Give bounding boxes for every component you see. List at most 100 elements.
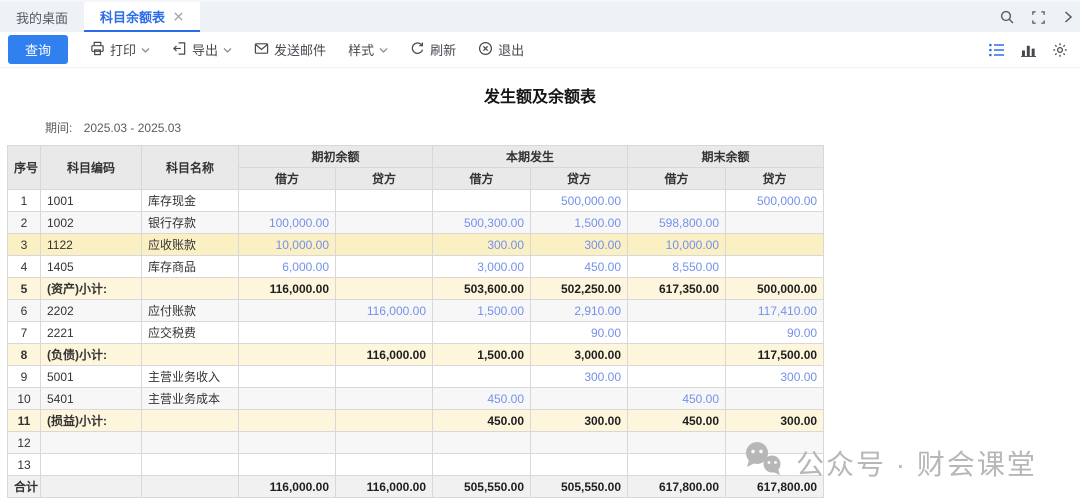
header-debit: 借方 xyxy=(239,168,336,190)
settings-gear-icon[interactable] xyxy=(1052,42,1068,58)
cell-amount: 90.00 xyxy=(531,322,628,344)
cell-amount: 116,000.00 xyxy=(239,476,336,498)
table-row[interactable]: 5(资产)小计:116,000.00503,600.00502,250.0061… xyxy=(8,278,824,300)
query-button[interactable]: 查询 xyxy=(8,35,68,64)
cell-amount: 500,000.00 xyxy=(531,190,628,212)
cell-seq: 2 xyxy=(8,212,41,234)
table-row[interactable]: 21002银行存款100,000.00500,300.001,500.00598… xyxy=(8,212,824,234)
table-row[interactable]: 31122应收账款10,000.00300.00300.0010,000.00 xyxy=(8,234,824,256)
chevron-down-icon xyxy=(223,42,232,57)
cell-name xyxy=(142,344,239,366)
table-row[interactable]: 8(负债)小计:116,000.001,500.003,000.00117,50… xyxy=(8,344,824,366)
cell-amount xyxy=(628,344,726,366)
period-label: 期间: xyxy=(45,121,72,135)
table-row[interactable]: 12 xyxy=(8,432,824,454)
cell-amount xyxy=(531,432,628,454)
header-credit: 贷方 xyxy=(531,168,628,190)
table-row[interactable]: 95001主营业务收入300.00300.00 xyxy=(8,366,824,388)
cell-amount: 90.00 xyxy=(726,322,824,344)
tab-label: 科目余额表 xyxy=(100,7,165,26)
cell-amount xyxy=(433,454,531,476)
cell-amount xyxy=(726,212,824,234)
period-row: 期间: 2025.03 - 2025.03 xyxy=(45,119,1080,136)
period-value: 2025.03 - 2025.03 xyxy=(84,121,181,135)
cell-amount: 1,500.00 xyxy=(433,344,531,366)
header-seq: 序号 xyxy=(8,146,41,190)
tab-my-desktop[interactable]: 我的桌面 xyxy=(0,2,84,32)
table-header: 序号 科目编码 科目名称 期初余额 本期发生 期末余额 借方 贷方 借方 贷方 … xyxy=(8,146,824,190)
watermark-text: 公众号 · 财会课堂 xyxy=(796,443,1037,483)
cell-code: 5401 xyxy=(41,388,142,410)
cell-code: 1002 xyxy=(41,212,142,234)
export-icon xyxy=(172,41,187,59)
cell-amount: 116,000.00 xyxy=(336,300,433,322)
cell-name: 应收账款 xyxy=(142,234,239,256)
cell-amount: 617,350.00 xyxy=(628,278,726,300)
header-name: 科目名称 xyxy=(142,146,239,190)
cell-seq: 9 xyxy=(8,366,41,388)
refresh-button[interactable]: 刷新 xyxy=(410,40,456,59)
cell-name: 应付账款 xyxy=(142,300,239,322)
cell-name xyxy=(142,454,239,476)
cell-amount xyxy=(239,454,336,476)
cell-name xyxy=(142,432,239,454)
page-title: 发生额及余额表 xyxy=(0,83,1080,107)
cell-amount: 3,000.00 xyxy=(433,256,531,278)
table-row[interactable]: 13 xyxy=(8,454,824,476)
detail-list-icon[interactable] xyxy=(989,43,1005,57)
style-button[interactable]: 样式 xyxy=(348,40,388,59)
table-row[interactable]: 62202应付账款116,000.001,500.002,910.00117,4… xyxy=(8,300,824,322)
close-icon[interactable] xyxy=(173,11,184,22)
table-total-row[interactable]: 合计116,000.00116,000.00505,550.00505,550.… xyxy=(8,476,824,498)
send-mail-button[interactable]: 发送邮件 xyxy=(254,40,326,59)
tab-bar: 我的桌面 科目余额表 xyxy=(0,0,1080,32)
cell-amount: 500,000.00 xyxy=(726,278,824,300)
cell-amount xyxy=(726,388,824,410)
cell-amount xyxy=(433,322,531,344)
cell-amount: 116,000.00 xyxy=(336,344,433,366)
cell-amount xyxy=(726,234,824,256)
fullscreen-icon[interactable] xyxy=(1031,10,1046,25)
cell-amount: 300.00 xyxy=(433,234,531,256)
cell-amount xyxy=(239,410,336,432)
table-row[interactable]: 105401主营业务成本450.00450.00 xyxy=(8,388,824,410)
cell-code: (损益)小计: xyxy=(41,410,142,432)
cell-amount xyxy=(628,432,726,454)
cell-amount xyxy=(433,190,531,212)
cell-amount: 117,410.00 xyxy=(726,300,824,322)
print-button[interactable]: 打印 xyxy=(90,40,150,59)
cell-code: 2202 xyxy=(41,300,142,322)
cell-amount xyxy=(531,454,628,476)
cell-seq: 6 xyxy=(8,300,41,322)
cell-amount: 450.00 xyxy=(433,388,531,410)
table-row[interactable]: 41405库存商品6,000.003,000.00450.008,550.00 xyxy=(8,256,824,278)
cell-amount xyxy=(336,432,433,454)
cell-code xyxy=(41,454,142,476)
bar-chart-icon[interactable] xyxy=(1021,43,1036,57)
tab-label: 我的桌面 xyxy=(16,8,68,27)
cell-amount xyxy=(239,366,336,388)
cell-seq: 12 xyxy=(8,432,41,454)
cell-amount xyxy=(628,322,726,344)
print-label: 打印 xyxy=(110,40,136,59)
cell-name: 银行存款 xyxy=(142,212,239,234)
cell-seq: 4 xyxy=(8,256,41,278)
cell-seq: 3 xyxy=(8,234,41,256)
table-row[interactable]: 11001库存现金500,000.00500,000.00 xyxy=(8,190,824,212)
cell-amount: 450.00 xyxy=(531,256,628,278)
cell-amount xyxy=(239,322,336,344)
export-button[interactable]: 导出 xyxy=(172,40,232,59)
cell-amount xyxy=(239,432,336,454)
header-debit: 借方 xyxy=(628,168,726,190)
chevron-right-icon[interactable] xyxy=(1062,10,1074,24)
cell-amount xyxy=(726,432,824,454)
tab-account-balance[interactable]: 科目余额表 xyxy=(84,2,200,32)
search-icon[interactable] xyxy=(999,9,1015,25)
cell-amount: 505,550.00 xyxy=(433,476,531,498)
cell-name xyxy=(142,476,239,498)
refresh-label: 刷新 xyxy=(430,40,456,59)
table-row[interactable]: 11(损益)小计:450.00300.00450.00300.00 xyxy=(8,410,824,432)
table-row[interactable]: 72221应交税费90.0090.00 xyxy=(8,322,824,344)
exit-button[interactable]: 退出 xyxy=(478,40,524,59)
cell-amount xyxy=(239,300,336,322)
